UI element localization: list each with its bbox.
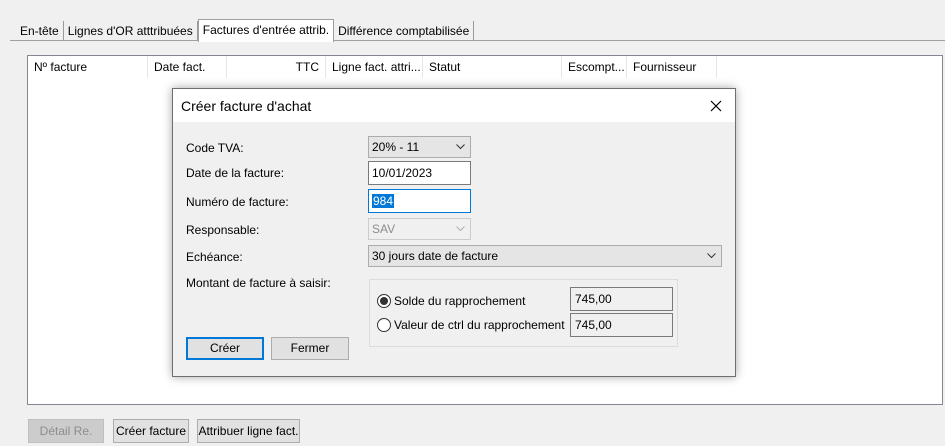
chevron-down-icon xyxy=(456,144,465,150)
balance-radio[interactable] xyxy=(377,294,391,308)
list-header: Nº facture Date fact. TTC Ligne fact. at… xyxy=(28,56,942,78)
column-header-supplier[interactable]: Fournisseur xyxy=(627,56,717,78)
balance-value: 745,00 xyxy=(570,287,673,311)
assign-invoice-line-button[interactable]: Attribuer ligne fact. xyxy=(197,419,300,443)
tab-header[interactable]: En-tête xyxy=(16,21,64,41)
detail-button[interactable]: Détail Re. xyxy=(28,419,104,443)
invoice-number-field[interactable]: 984 xyxy=(368,189,471,213)
column-header-invoice-date[interactable]: Date fact. xyxy=(148,56,227,78)
column-header-status[interactable]: Statut xyxy=(423,56,562,78)
due-date-select[interactable]: 30 jours date de facture xyxy=(368,245,722,267)
tab-assigned-or-lines[interactable]: Lignes d'OR atttribuées xyxy=(63,21,198,41)
tab-incoming-invoices[interactable]: Factures d'entrée attrib. xyxy=(197,19,335,42)
vat-code-select[interactable]: 20% - 11 xyxy=(368,136,471,158)
invoice-date-label: Date de la facture: xyxy=(186,166,285,180)
responsible-value: SAV xyxy=(372,222,396,236)
close-dialog-button[interactable]: Fermer xyxy=(271,337,349,360)
column-header-discount[interactable]: Escompt... xyxy=(562,56,627,78)
balance-option-label[interactable]: Solde du rapprochement xyxy=(394,294,525,308)
invoice-number-value: 984 xyxy=(372,194,395,208)
invoice-date-field[interactable]: 10/01/2023 xyxy=(368,161,471,185)
due-date-value: 30 jours date de facture xyxy=(372,249,499,263)
close-icon xyxy=(710,100,722,111)
create-invoice-button[interactable]: Créer facture xyxy=(113,419,189,443)
column-header-invoice-number[interactable]: Nº facture xyxy=(28,56,148,78)
responsible-label: Responsable: xyxy=(186,223,260,237)
close-button[interactable] xyxy=(697,89,735,122)
responsible-select[interactable]: SAV xyxy=(368,218,471,240)
invoice-amount-label: Montant de facture à saisir: xyxy=(186,276,331,290)
control-value-option-label[interactable]: Valeur de ctrl du rapprochement xyxy=(394,318,565,332)
dialog-titlebar: Créer facture d'achat xyxy=(173,89,735,122)
control-value: 745,00 xyxy=(570,313,673,337)
vat-code-label: Code TVA: xyxy=(186,141,244,155)
create-purchase-invoice-dialog: Créer facture d'achat Code TVA: 20% - 11… xyxy=(172,88,736,377)
dialog-title: Créer facture d'achat xyxy=(181,98,312,114)
column-header-total-incl-tax[interactable]: TTC xyxy=(227,56,326,78)
due-date-label: Echéance: xyxy=(186,250,243,264)
invoice-number-label: Numéro de facture: xyxy=(186,195,289,209)
column-header-assigned-invoice-line[interactable]: Ligne fact. attri... xyxy=(326,56,423,78)
vat-code-value: 20% - 11 xyxy=(372,140,420,154)
amount-option-group: Solde du rapprochement 745,00 Valeur de … xyxy=(369,279,678,347)
control-value-radio[interactable] xyxy=(377,318,391,332)
chevron-down-icon xyxy=(456,226,465,232)
tab-strip: En-tête Lignes d'OR atttribuées Factures… xyxy=(16,19,475,42)
chevron-down-icon xyxy=(707,253,716,259)
tab-posted-difference[interactable]: Différence comptabilisée xyxy=(334,21,475,41)
create-button[interactable]: Créer xyxy=(186,337,264,360)
